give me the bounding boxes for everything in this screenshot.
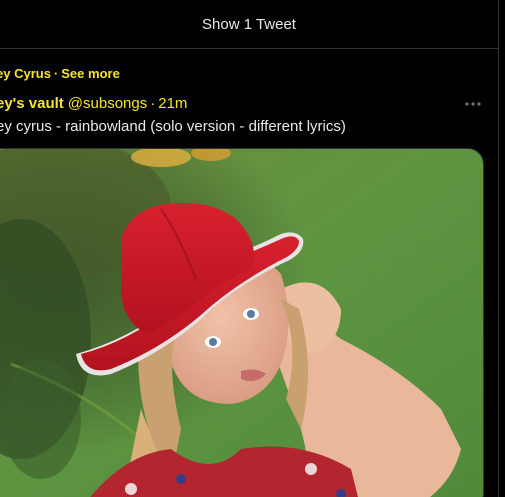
show-new-tweets-label: Show 1 Tweet bbox=[202, 15, 296, 33]
see-more-link[interactable]: See more bbox=[61, 66, 120, 81]
tweet-text: ey cyrus - rainbowland (solo version - d… bbox=[0, 118, 346, 135]
author-name[interactable]: ey's vault bbox=[0, 95, 64, 112]
tweet-header: ey's vault @subsongs · 21m bbox=[0, 95, 491, 112]
context-profile-link[interactable]: ey Cyrus bbox=[0, 66, 51, 81]
photo-illustration bbox=[0, 149, 483, 497]
scrollbar-gutter bbox=[499, 0, 505, 497]
author-handle[interactable]: @subsongs bbox=[68, 95, 147, 112]
tweet-social-context: ey Cyrus · See more bbox=[0, 66, 120, 81]
show-new-tweets-button[interactable]: Show 1 Tweet bbox=[0, 0, 498, 49]
tweet-photo[interactable] bbox=[0, 148, 484, 497]
context-separator: · bbox=[53, 66, 59, 81]
more-horizontal-icon[interactable] bbox=[463, 95, 483, 113]
timeline-column: Show 1 Tweet ey Cyrus · See more ey's vaul… bbox=[0, 0, 499, 497]
time-separator: · bbox=[150, 95, 156, 112]
tweet-timestamp[interactable]: 21m bbox=[158, 95, 187, 112]
